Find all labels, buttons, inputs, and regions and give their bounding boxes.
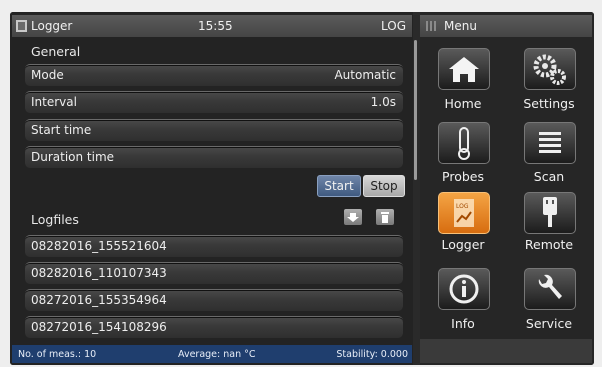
scrollbar[interactable] xyxy=(414,40,417,180)
settings-tile[interactable] xyxy=(524,48,576,90)
trash-icon xyxy=(381,212,389,223)
mode-value: Automatic xyxy=(334,68,396,82)
home-label: Home xyxy=(444,96,482,111)
start-button[interactable]: Start xyxy=(317,175,361,197)
probes-tile[interactable] xyxy=(438,122,490,164)
mode-label: Mode xyxy=(31,68,64,82)
menu-bar: Menu xyxy=(420,15,592,37)
home-tile[interactable] xyxy=(438,48,490,90)
scan-label: Scan xyxy=(533,169,565,184)
interval-label: Interval xyxy=(31,95,77,109)
mode-row[interactable]: Mode Automatic xyxy=(25,64,403,86)
logfile-item[interactable]: 08282016_155521604 xyxy=(25,235,403,257)
logfile-item[interactable]: 08272016_154108296 xyxy=(25,316,403,338)
settings-label: Settings xyxy=(523,96,575,111)
logger-icon: LOG xyxy=(454,199,474,227)
logfiles-heading: Logfiles xyxy=(31,212,79,227)
info-tile[interactable] xyxy=(438,268,490,310)
logfile-name: 08282016_110107343 xyxy=(31,266,167,280)
logfile-item[interactable]: 08282016_110107343 xyxy=(25,262,403,284)
menu-footer xyxy=(420,339,592,363)
start-time-label: Start time xyxy=(31,123,92,137)
stability-value: Stability: 0.000 xyxy=(336,349,408,360)
mode-indicator: LOG xyxy=(380,19,406,33)
interval-value: 1.0s xyxy=(370,95,396,109)
status-bar: No. of meas.: 10 Average: nan °C Stabili… xyxy=(12,345,412,363)
delete-button[interactable] xyxy=(376,209,394,225)
meas-count: No. of meas.: 10 xyxy=(18,349,97,360)
svg-text:LOG: LOG xyxy=(456,203,469,210)
logfile-name: 08272016_154108296 xyxy=(31,320,167,334)
interval-row[interactable]: Interval 1.0s xyxy=(25,91,403,113)
usb-icon xyxy=(543,197,557,227)
remote-label: Remote xyxy=(524,237,574,252)
logger-panel: Logger 15:55 LOG General Mode Automatic … xyxy=(10,12,413,365)
menu-panel: Menu Home Settings Probes Scan LOG Logge… xyxy=(420,12,594,365)
gears-icon xyxy=(533,54,566,85)
logger-label: Logger xyxy=(441,237,485,252)
device-screen: Logger 15:55 LOG General Mode Automatic … xyxy=(10,12,594,365)
probes-label: Probes xyxy=(442,169,484,184)
info-icon xyxy=(449,274,479,304)
logfile-name: 08272016_155354964 xyxy=(31,293,167,307)
scan-tile[interactable] xyxy=(524,122,576,164)
download-button[interactable] xyxy=(344,209,362,225)
download-icon xyxy=(347,213,359,222)
general-heading: General xyxy=(31,44,81,59)
home-icon xyxy=(449,57,479,82)
title-bar: Logger 15:55 LOG xyxy=(12,15,412,37)
menu-title: Menu xyxy=(444,19,477,33)
logfile-item[interactable]: 08272016_155354964 xyxy=(25,289,403,311)
start-time-row[interactable]: Start time xyxy=(25,119,403,141)
document-icon xyxy=(16,20,27,32)
average-value: Average: nan °C xyxy=(178,349,256,360)
duration-time-label: Duration time xyxy=(31,150,115,164)
logfile-name: 08282016_155521604 xyxy=(31,239,167,253)
logger-tile[interactable]: LOG xyxy=(438,192,490,234)
grip-icon xyxy=(426,21,436,31)
remote-tile[interactable] xyxy=(524,192,576,234)
service-tile[interactable] xyxy=(524,268,576,310)
stop-button[interactable]: Stop xyxy=(363,175,405,197)
list-icon xyxy=(539,132,561,153)
thermometer-icon xyxy=(458,127,470,160)
clock: 15:55 xyxy=(198,19,233,33)
info-label: Info xyxy=(451,316,475,331)
window-title: Logger xyxy=(31,19,73,33)
service-label: Service xyxy=(525,316,573,331)
wrench-icon xyxy=(538,274,562,299)
duration-time-row[interactable]: Duration time xyxy=(25,146,403,168)
